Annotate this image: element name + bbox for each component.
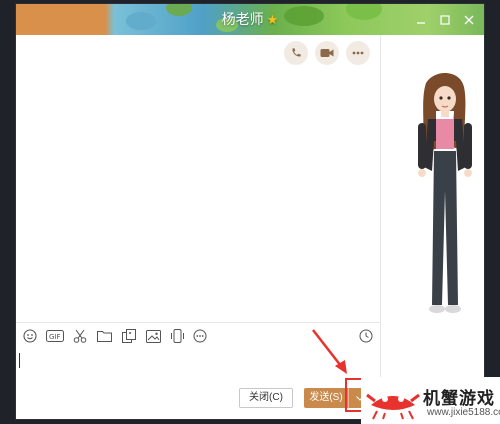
scissors-icon[interactable] bbox=[72, 328, 88, 344]
picture-icon[interactable] bbox=[145, 328, 161, 344]
contact-avatar-figure bbox=[418, 72, 472, 313]
title-bar[interactable]: 杨老师 ★ bbox=[16, 4, 484, 35]
video-icon[interactable] bbox=[315, 41, 339, 65]
crab-logo-icon bbox=[366, 393, 420, 420]
text-caret bbox=[19, 353, 20, 368]
close-button[interactable]: 关闭(C) bbox=[239, 388, 293, 408]
window-controls bbox=[414, 4, 476, 35]
contact-show-panel bbox=[380, 35, 484, 419]
watermark-name: 机蟹游戏 bbox=[423, 389, 495, 408]
more-circle-icon[interactable] bbox=[192, 328, 208, 344]
gif-icon[interactable]: GIF bbox=[45, 328, 65, 344]
maximize-icon[interactable] bbox=[438, 13, 452, 27]
emoji-icon[interactable] bbox=[22, 328, 38, 344]
contact-name: 杨老师 bbox=[221, 11, 264, 27]
send-button[interactable]: 发送(S) bbox=[304, 388, 348, 408]
minimize-icon[interactable] bbox=[414, 13, 428, 27]
chat-window: 杨老师 ★ GIF 关闭(C) 发送(S) bbox=[15, 3, 485, 420]
folder-icon[interactable] bbox=[96, 328, 112, 344]
watermark: 机蟹游戏 www.jixie5188.com bbox=[361, 377, 500, 424]
annotation-arrow bbox=[312, 329, 347, 374]
star-icon: ★ bbox=[266, 12, 279, 27]
svg-text:GIF: GIF bbox=[49, 333, 61, 341]
close-icon[interactable] bbox=[462, 13, 476, 27]
watermark-url: www.jixie5188.com bbox=[427, 407, 500, 418]
more-icon[interactable] bbox=[346, 41, 370, 65]
phone-icon[interactable] bbox=[284, 41, 308, 65]
phone-vibrate-icon[interactable] bbox=[169, 328, 185, 344]
image-edit-icon[interactable] bbox=[121, 328, 137, 344]
message-area[interactable] bbox=[16, 35, 380, 321]
